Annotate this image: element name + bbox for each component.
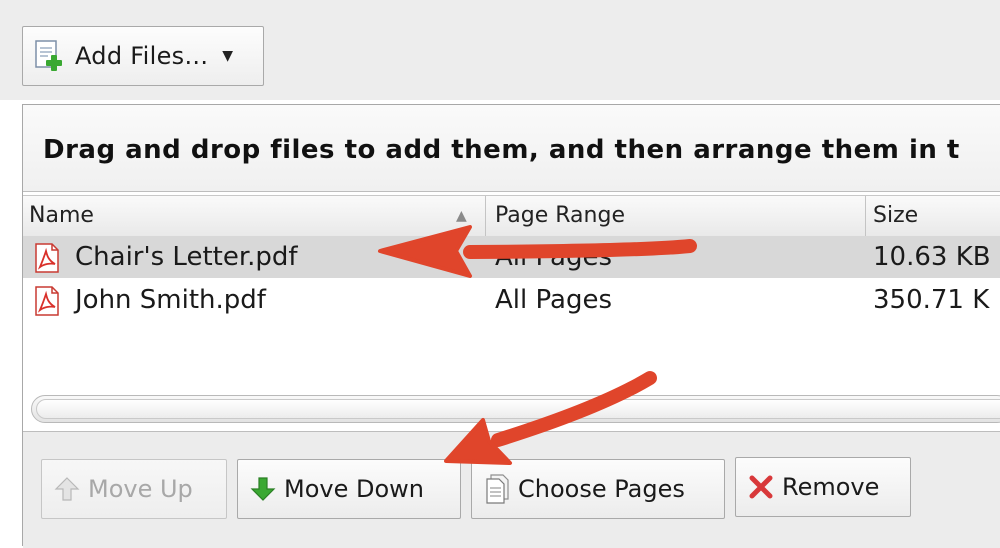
choose-pages-label: Choose Pages [518, 475, 685, 503]
arrow-up-icon [54, 477, 80, 501]
instruction-text: Drag and drop files to add them, and the… [43, 135, 960, 165]
page-range: All Pages [495, 285, 612, 315]
pdf-icon [35, 243, 59, 273]
scrollbar-thumb[interactable] [36, 399, 1000, 419]
combine-files-window: Add Files... ▼ Drag and drop files to ad… [0, 0, 1000, 548]
column-divider[interactable] [865, 196, 866, 236]
toolbar: Add Files... ▼ [0, 0, 1000, 100]
file-name: John Smith.pdf [75, 285, 266, 315]
sort-ascending-icon: ▲ [456, 208, 467, 224]
horizontal-scrollbar[interactable] [31, 395, 1000, 423]
table-row[interactable]: John Smith.pdf All Pages 350.71 K [23, 279, 1000, 321]
add-file-icon [35, 40, 62, 71]
column-divider[interactable] [485, 196, 486, 236]
page-range: All Pages [495, 242, 612, 272]
chevron-down-icon[interactable]: ▼ [222, 48, 233, 64]
remove-label: Remove [782, 473, 880, 501]
column-header-name[interactable]: Name [29, 196, 94, 236]
add-files-button[interactable]: Add Files... ▼ [22, 26, 264, 86]
move-down-button[interactable]: Move Down [237, 459, 461, 519]
document-icon [486, 474, 509, 504]
column-header-size[interactable]: Size [873, 196, 918, 236]
table-row[interactable]: Chair's Letter.pdf All Pages 10.63 KB [23, 236, 1000, 278]
add-files-label: Add Files... [75, 42, 209, 70]
column-header-page-range[interactable]: Page Range [495, 196, 625, 236]
x-icon [749, 475, 773, 499]
action-bar: Move Up Move Down Choose Pages Remove [23, 431, 1000, 548]
instruction-bar: Drag and drop files to add them, and the… [23, 105, 1000, 192]
file-size: 350.71 K [873, 285, 990, 315]
move-up-button[interactable]: Move Up [41, 459, 227, 519]
table-header: Name ▲ Page Range Size [23, 195, 1000, 237]
file-size: 10.63 KB [873, 242, 991, 272]
choose-pages-button[interactable]: Choose Pages [471, 459, 725, 519]
pdf-icon [35, 286, 59, 316]
arrow-down-icon [250, 477, 276, 501]
move-down-label: Move Down [284, 475, 424, 503]
file-name: Chair's Letter.pdf [75, 242, 298, 272]
move-up-label: Move Up [88, 475, 193, 503]
remove-button[interactable]: Remove [735, 457, 911, 517]
file-list-panel: Drag and drop files to add them, and the… [22, 104, 1000, 548]
